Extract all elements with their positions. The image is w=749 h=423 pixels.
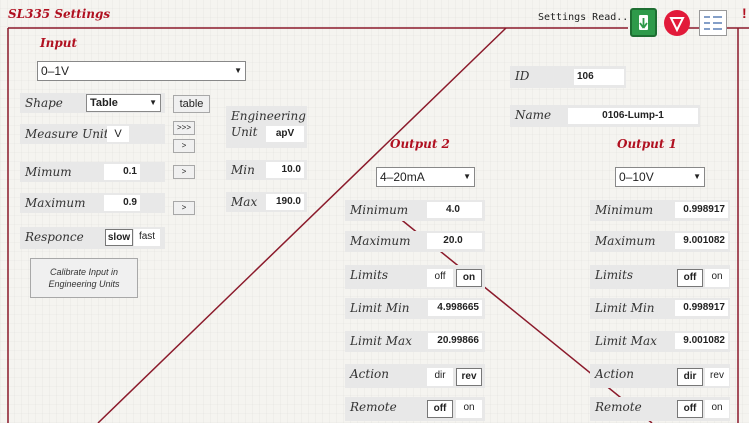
- output2-minimum-value[interactable]: 4.0: [427, 202, 482, 218]
- shape-select[interactable]: Table ▼: [86, 94, 161, 112]
- output2-limit-max-label: Limit Max: [350, 334, 412, 348]
- alert-mark: !: [742, 5, 747, 21]
- output2-remote-on-toggle[interactable]: on: [456, 400, 482, 418]
- output1-type-select[interactable]: 0–10V ▼: [615, 167, 705, 187]
- output1-remote-on-toggle[interactable]: on: [705, 400, 729, 418]
- input-type-value: 0–1V: [41, 64, 70, 78]
- calibrate-button[interactable]: Calibrate Input in Engineering Units: [30, 258, 138, 298]
- shape-value: Table: [90, 97, 118, 109]
- output2-action-rev-toggle[interactable]: rev: [456, 368, 482, 386]
- output2-remote-label: Remote: [350, 400, 397, 414]
- output2-limit-min-label: Limit Min: [350, 301, 410, 315]
- output2-action-dir-toggle[interactable]: dir: [427, 368, 453, 386]
- alert-button[interactable]: [664, 10, 690, 36]
- id-label: ID: [515, 69, 530, 83]
- output1-maximum-value[interactable]: 9.001082: [675, 233, 728, 249]
- input-type-select[interactable]: 0–1V ▼: [37, 61, 246, 81]
- engineering-unit-value[interactable]: apV: [266, 126, 304, 142]
- engineering-min-value[interactable]: 10.0: [266, 162, 304, 178]
- output1-action-dir-toggle[interactable]: dir: [677, 368, 703, 386]
- output1-minimum-value[interactable]: 0.998917: [675, 202, 728, 218]
- shape-label: Shape: [25, 96, 63, 110]
- minimum-apply-button[interactable]: >: [173, 165, 195, 179]
- output2-limit-max-value[interactable]: 20.99866: [428, 333, 482, 349]
- output1-remote-label: Remote: [595, 400, 642, 414]
- output2-limits-on-toggle[interactable]: on: [456, 269, 482, 287]
- output1-limit-max-label: Limit Max: [595, 334, 657, 348]
- output2-limits-label: Limits: [350, 268, 389, 282]
- output2-action-label: Action: [350, 367, 389, 381]
- dropdown-arrow-icon: ▼: [234, 66, 242, 75]
- engineering-unit-label: Unit: [231, 125, 258, 139]
- maximum-apply-button[interactable]: >: [173, 201, 195, 215]
- name-value[interactable]: 0106-Lump-1: [568, 108, 698, 124]
- output1-limit-min-value[interactable]: 0.998917: [675, 300, 728, 316]
- output1-limits-on-toggle[interactable]: on: [705, 269, 729, 287]
- output2-maximum-label: Maximum: [350, 234, 411, 248]
- output2-heading: Output 2: [390, 137, 450, 151]
- output1-action-label: Action: [595, 367, 634, 381]
- maximum-row: Maximum: [20, 193, 165, 213]
- output1-limit-min-label: Limit Min: [595, 301, 655, 315]
- output2-type-select[interactable]: 4–20mA ▼: [376, 167, 475, 187]
- output2-remote-off-toggle[interactable]: off: [427, 400, 453, 418]
- checklist-icon: [704, 16, 722, 30]
- engineering-heading: Engineering: [231, 109, 306, 123]
- output1-type-value: 0–10V: [619, 170, 654, 184]
- warning-icon: [669, 17, 685, 33]
- triple-arrow-button[interactable]: >>>: [173, 121, 195, 135]
- responce-fast-toggle[interactable]: fast: [134, 229, 160, 246]
- output2-limit-min-value[interactable]: 4.998665: [428, 300, 482, 316]
- maximum-value[interactable]: 0.9: [104, 195, 140, 211]
- maximum-label: Maximum: [25, 196, 86, 210]
- download-button[interactable]: [630, 8, 657, 37]
- input-heading: Input: [40, 36, 77, 50]
- checklist-button[interactable]: [699, 10, 727, 36]
- dropdown-arrow-icon: ▼: [149, 98, 157, 107]
- minimum-row: Mimum: [20, 162, 165, 182]
- table-button[interactable]: table: [173, 95, 210, 113]
- output1-minimum-label: Minimum: [595, 203, 654, 217]
- responce-slow-toggle[interactable]: slow: [105, 229, 133, 246]
- measure-unit-value[interactable]: V: [107, 126, 129, 142]
- measure-unit-label: Measure Unit: [25, 127, 109, 141]
- name-label: Name: [515, 108, 552, 122]
- arrow-down-icon: [639, 15, 648, 30]
- output2-minimum-label: Minimum: [350, 203, 409, 217]
- dropdown-arrow-icon: ▼: [693, 172, 701, 181]
- output1-maximum-label: Maximum: [595, 234, 656, 248]
- calibrate-label: Calibrate Input in Engineering Units: [48, 267, 120, 289]
- output2-limits-off-toggle[interactable]: off: [427, 269, 453, 287]
- responce-label: Responce: [25, 230, 84, 244]
- engineering-min-label: Min: [231, 163, 255, 177]
- output1-action-rev-toggle[interactable]: rev: [705, 368, 729, 386]
- output1-limits-label: Limits: [595, 268, 634, 282]
- output1-remote-off-toggle[interactable]: off: [677, 400, 703, 418]
- minimum-label: Mimum: [25, 165, 72, 179]
- output1-limit-max-value[interactable]: 9.001082: [675, 333, 728, 349]
- dropdown-arrow-icon: ▼: [463, 172, 471, 181]
- engineering-max-value[interactable]: 190.0: [266, 194, 304, 210]
- status-text: Settings Read..: [538, 12, 629, 23]
- id-value[interactable]: 106: [574, 69, 624, 85]
- measure-unit-apply-button[interactable]: >: [173, 139, 195, 153]
- page-title: SL335 Settings: [8, 7, 111, 21]
- output2-type-value: 4–20mA: [380, 170, 425, 184]
- minimum-value[interactable]: 0.1: [104, 164, 140, 180]
- output1-limits-off-toggle[interactable]: off: [677, 269, 703, 287]
- measure-unit-row: Measure Unit: [20, 124, 165, 144]
- output2-maximum-value[interactable]: 20.0: [427, 233, 482, 249]
- output1-heading: Output 1: [617, 137, 677, 151]
- engineering-max-label: Max: [231, 195, 258, 209]
